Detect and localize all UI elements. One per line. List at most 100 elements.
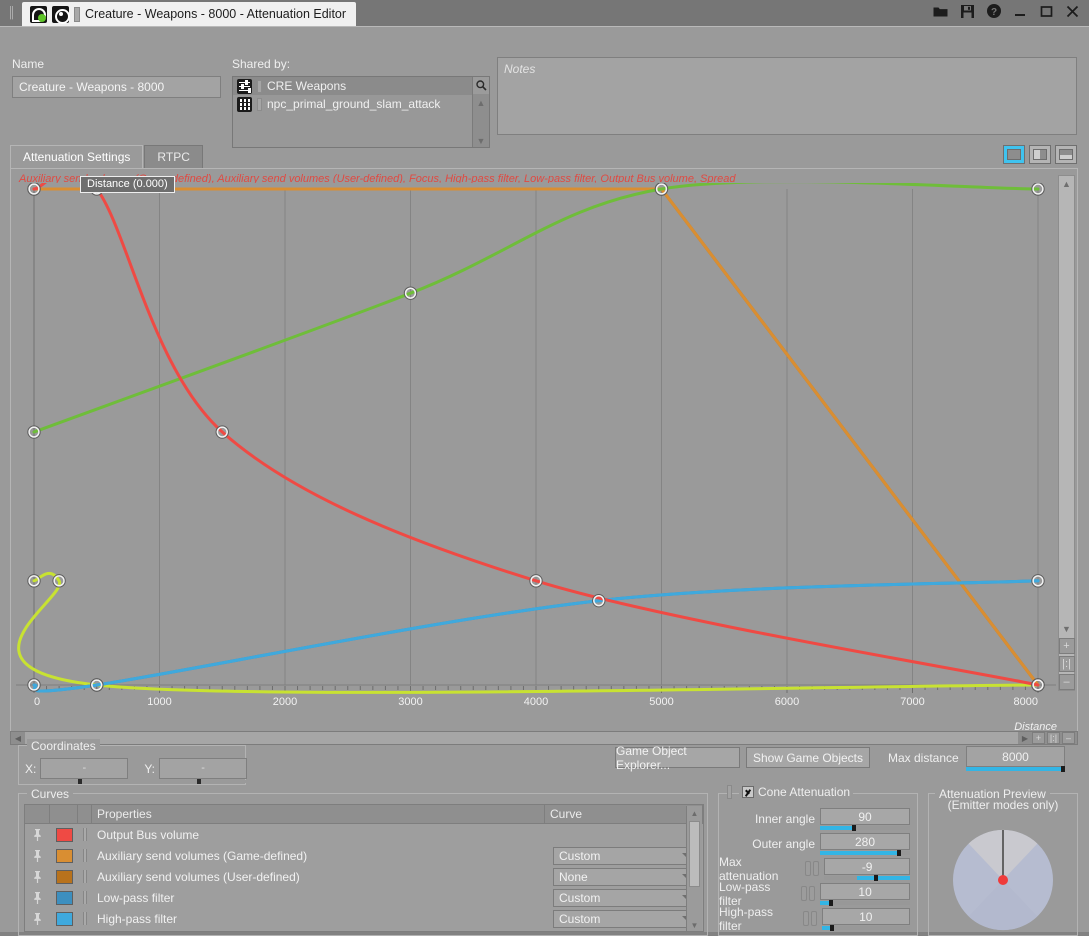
scroll-thumb[interactable] — [689, 821, 700, 887]
cone-parameter-control[interactable]: 280 — [820, 832, 910, 856]
row-drag-handle-icon[interactable] — [78, 891, 92, 904]
coordinate-x-slider[interactable] — [41, 779, 130, 784]
name-input[interactable]: Creature - Weapons - 8000 — [12, 76, 221, 98]
cone-parameter-control[interactable]: -9 — [824, 857, 910, 881]
checkbox-icon[interactable] — [742, 786, 754, 798]
curve-type-select[interactable]: Custom — [553, 846, 698, 865]
view-single-pane-button[interactable] — [1003, 145, 1025, 164]
pin-icon[interactable] — [25, 849, 50, 862]
save-icon[interactable] — [961, 4, 974, 18]
cone-parameter-value[interactable]: 10 — [821, 907, 910, 925]
curves-table[interactable]: Properties Curve Output Bus volume Auxili… — [24, 804, 704, 932]
curve-color-swatch-cell[interactable] — [50, 827, 78, 842]
window-grip[interactable]: ║ — [0, 0, 22, 26]
open-icon[interactable] — [933, 5, 948, 18]
curve-color-swatch-cell[interactable] — [50, 890, 78, 905]
scroll-up-icon[interactable]: ▲ — [473, 94, 490, 111]
cone-parameter-value[interactable]: 10 — [820, 882, 910, 900]
curve-graph-panel[interactable]: Auxiliary send volumes (Game-defined), A… — [10, 168, 1078, 736]
graph-horizontal-scrollbar[interactable]: ◀ ▶ + |:| – — [10, 731, 1078, 745]
curve-color-swatch[interactable] — [55, 827, 73, 842]
cone-drag-handle-icon[interactable] — [727, 785, 732, 799]
scroll-down-icon[interactable]: ▼ — [1058, 621, 1075, 636]
hzoom-in-button[interactable]: + — [1032, 732, 1045, 744]
max-distance-input[interactable]: 8000 — [966, 746, 1065, 767]
max-distance-slider[interactable] — [966, 766, 1065, 772]
cone-parameter-slider[interactable] — [824, 874, 910, 881]
cone-parameter-slider[interactable] — [820, 849, 910, 856]
row-drag-handle-icon[interactable] — [78, 912, 92, 925]
pin-icon[interactable] — [25, 828, 50, 841]
plot-area[interactable]: 0 1000 2000 3000 4000 5000 6000 7000 8000 — [16, 183, 1056, 708]
show-game-objects-button[interactable]: Show Game Objects — [746, 747, 870, 768]
cone-parameter-control[interactable]: 10 — [820, 882, 910, 906]
curves-scrollbar[interactable]: ▲ ▼ — [686, 806, 703, 931]
link-icon[interactable] — [802, 911, 817, 926]
coordinate-y-field[interactable]: - — [159, 758, 249, 784]
curve-color-swatch[interactable] — [55, 911, 73, 926]
table-row[interactable]: Low-pass filter Custom — [25, 887, 703, 908]
coordinate-y-slider[interactable] — [160, 779, 249, 784]
pin-icon[interactable] — [25, 870, 50, 883]
list-item[interactable]: npc_primal_ground_slam_attack — [233, 95, 489, 113]
link-icon[interactable] — [805, 861, 820, 876]
zoom-in-button[interactable]: + — [1058, 638, 1075, 654]
row-drag-handle-icon[interactable] — [78, 870, 92, 883]
curve-plot[interactable]: 0 1000 2000 3000 4000 5000 6000 7000 8000 — [16, 183, 1056, 708]
scroll-up-icon[interactable]: ▲ — [1058, 176, 1075, 191]
cone-attenuation-checkbox[interactable]: Cone Attenuation — [739, 785, 854, 799]
tab-attenuation-settings[interactable]: Attenuation Settings — [10, 145, 144, 168]
row-drag-handle-icon[interactable] — [78, 849, 92, 862]
curve-color-swatch[interactable] — [55, 869, 73, 884]
cone-parameter-control[interactable]: 10 — [821, 907, 910, 931]
cone-preview-diagram[interactable] — [951, 828, 1055, 932]
hzoom-out-button[interactable]: – — [1062, 732, 1075, 744]
curve-type-select[interactable]: Custom — [553, 909, 698, 928]
curve-color-swatch-cell[interactable] — [50, 848, 78, 863]
pin-icon[interactable] — [25, 912, 50, 925]
maximize-icon[interactable] — [1040, 5, 1053, 18]
table-row[interactable]: Auxiliary send volumes (User-defined) Non… — [25, 866, 703, 887]
minimize-icon[interactable] — [1014, 5, 1027, 18]
close-icon[interactable] — [1066, 5, 1079, 18]
cone-parameter-slider[interactable] — [820, 899, 910, 906]
curve-color-swatch[interactable] — [55, 890, 73, 905]
document-tab[interactable]: Creature - Weapons - 8000 - Attenuation … — [22, 2, 357, 26]
curve-color-swatch-cell[interactable] — [50, 911, 78, 926]
scroll-down-icon[interactable]: ▼ — [687, 918, 703, 931]
curve-type-select[interactable]: None — [553, 867, 698, 886]
hzoom-fit-button[interactable]: |:| — [1047, 732, 1060, 744]
cone-parameter-value[interactable]: -9 — [824, 857, 910, 875]
tab-rtpc[interactable]: RTPC — [144, 145, 203, 168]
scroll-down-icon[interactable]: ▼ — [473, 132, 490, 147]
cone-parameter-slider[interactable] — [820, 824, 910, 831]
scroll-left-icon[interactable]: ◀ — [11, 732, 25, 744]
shared-by-list[interactable]: CRE Weapons npc_primal_ground_slam_attac… — [232, 76, 490, 148]
shared-by-scrollbar[interactable]: ▲ ▼ — [472, 77, 490, 147]
cone-parameter-value[interactable]: 280 — [820, 832, 910, 850]
curve-color-swatch[interactable] — [55, 848, 73, 863]
view-vertical-split-button[interactable] — [1029, 145, 1051, 164]
pin-icon[interactable] — [25, 891, 50, 904]
table-row[interactable]: Output Bus volume — [25, 824, 703, 845]
notes-input[interactable]: Notes — [497, 57, 1077, 135]
table-row[interactable]: High-pass filter Custom — [25, 908, 703, 929]
cone-parameter-slider[interactable] — [821, 924, 910, 931]
graph-vertical-scrollbar[interactable]: ▲ ▼ + |:| – — [1058, 175, 1075, 691]
list-item[interactable]: CRE Weapons — [233, 77, 489, 95]
cone-parameter-value[interactable]: 90 — [820, 807, 910, 825]
cone-parameter-control[interactable]: 90 — [820, 807, 910, 831]
curve-type-select[interactable]: Custom — [553, 888, 698, 907]
zoom-out-button[interactable]: – — [1058, 674, 1075, 690]
search-icon[interactable] — [472, 77, 489, 94]
view-horizontal-split-button[interactable] — [1055, 145, 1077, 164]
scroll-right-icon[interactable]: ▶ — [1018, 732, 1032, 744]
link-icon[interactable] — [801, 886, 816, 901]
scroll-up-icon[interactable]: ▲ — [687, 806, 703, 820]
scroll-track[interactable] — [25, 732, 1018, 744]
row-drag-handle-icon[interactable] — [78, 828, 92, 841]
help-icon[interactable]: ? — [987, 4, 1001, 18]
zoom-fit-button[interactable]: |:| — [1058, 656, 1075, 672]
curve-color-swatch-cell[interactable] — [50, 869, 78, 884]
coordinate-x-field[interactable]: - — [40, 758, 130, 784]
